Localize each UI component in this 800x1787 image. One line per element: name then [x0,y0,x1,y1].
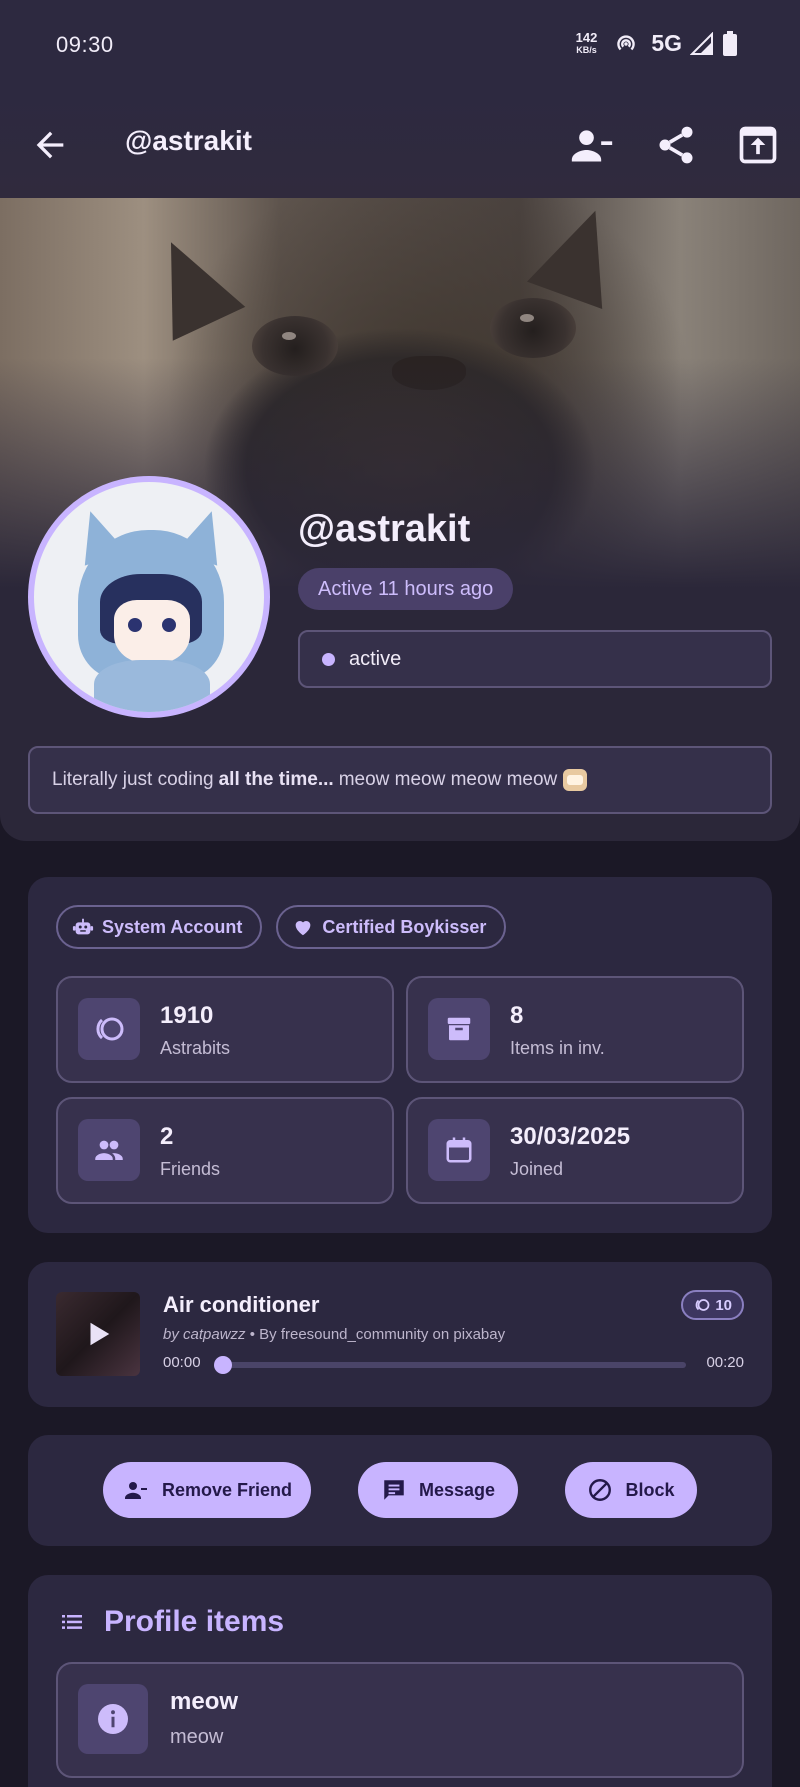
stat-items[interactable]: 8 Items in inv. [406,976,744,1083]
credit-separator-icon: • [249,1326,260,1343]
stat-value: 30/03/2025 [510,1123,631,1150]
signal-icon [690,31,713,55]
profile-items-header: Profile items [58,1605,284,1639]
button-label: Remove Friend [161,1479,293,1500]
stat-joined[interactable]: 30/03/2025 Joined [406,1097,744,1204]
stat-value: 1910 [160,1002,214,1029]
profile-items-card: Profile items meow meow [28,1575,772,1787]
top-app-bar: @astrakit [0,95,800,198]
stat-astrabits[interactable]: 1910 Astrabits [56,976,394,1083]
network-type: 5G [651,30,682,56]
badge-row: System Account Certified Boykisser [56,905,507,949]
last-active-chip: Active 11 hours ago [298,568,514,610]
stats-card: System Account Certified Boykisser 1910 … [28,877,772,1233]
stat-label: Astrabits [160,1038,231,1058]
audio-seek-handle[interactable] [214,1356,232,1374]
banner-cat-nose [392,356,466,390]
stat-value: 8 [510,1002,524,1029]
robot-icon [72,918,94,935]
badge-label: Certified Boykisser [322,916,487,937]
hamster-emoji-icon [563,769,588,791]
net-speed-value: 142 [575,29,598,45]
back-arrow-icon[interactable] [30,125,70,165]
net-speed-unit: KB/s [576,44,597,55]
status-text: active [349,647,402,670]
status-time: 09:30 [56,32,114,57]
bio-text-prefix: Literally just coding [52,769,214,790]
block-icon [589,1479,612,1501]
audio-credits: by catpawzz • By freesound_community on … [163,1326,505,1343]
audio-title: Air conditioner [163,1292,320,1317]
message-icon [384,1480,404,1500]
battery-icon [723,30,737,56]
share-icon[interactable] [654,123,698,167]
button-label: Message [418,1479,496,1500]
banner-cat-eye-left [252,316,338,376]
profile-item-description: meow [170,1726,224,1748]
bio-text-suffix: meow meow meow meow [338,769,558,790]
badge-certified-boykisser[interactable]: Certified Boykisser [276,905,507,949]
badge-system-account[interactable]: System Account [56,905,263,949]
stat-label: Friends [160,1159,221,1179]
stat-value: 2 [160,1123,174,1150]
astrabits-icon [78,998,140,1060]
profile-item[interactable]: meow meow [56,1662,744,1778]
profile-items-title: Profile items [104,1605,285,1638]
message-button[interactable]: Message [358,1462,518,1518]
bio: Literally just coding all the time... me… [28,746,772,814]
price-value: 10 [715,1296,732,1314]
badge-label: System Account [102,916,243,937]
profile-header: @astrakit Active 11 hours ago active Lit… [0,198,800,841]
avatar[interactable] [28,476,270,718]
info-icon [78,1684,148,1754]
calendar-icon [428,1119,490,1181]
audio-card: Air conditioner by catpawzz • By freesou… [28,1262,772,1407]
net-speed: 142 KB/s [575,29,598,56]
bio-text-bold: all the time... [218,769,334,790]
audio-thumbnail[interactable] [56,1292,140,1376]
people-icon [78,1119,140,1181]
hotspot-icon [617,34,636,50]
avatar-image [34,482,264,712]
status-icons: 142 KB/s 5G [576,30,738,57]
status-bar: 09:30 142 KB/s 5G [0,0,800,95]
audio-author: by catpawzz [163,1326,246,1343]
price-badge: 10 [681,1290,744,1320]
archive-icon [428,998,490,1060]
remove-friend-icon[interactable] [570,123,614,167]
button-label: Block [625,1479,675,1500]
astrabits-icon [695,1299,710,1311]
profile-username: @astrakit [298,508,471,550]
status-field: active [298,630,772,688]
status-dot [322,652,335,666]
stat-label: Items in inv. [510,1038,605,1058]
heart-icon [296,921,311,936]
audio-duration: 00:20 [706,1354,744,1371]
remove-friend-button[interactable]: Remove Friend [103,1462,311,1518]
audio-source: By freesound_community on pixabay [259,1326,506,1343]
block-button[interactable]: Block [565,1462,697,1518]
actions-card: Remove Friend Message Block [28,1435,772,1546]
open-external-icon[interactable] [736,123,780,167]
remove-friend-icon [124,1482,147,1499]
audio-seek-track[interactable] [223,1362,686,1368]
banner-cat-ear-left [134,225,246,341]
banner-cat-ear-right [527,198,633,309]
stat-friends[interactable]: 2 Friends [56,1097,394,1204]
app-bar-title: @astrakit [125,125,252,156]
play-icon[interactable] [83,1319,113,1349]
stat-label: Joined [510,1159,564,1179]
list-icon [62,1615,82,1629]
banner-cat-eye-right [490,298,576,358]
profile-item-name: meow [170,1688,239,1715]
audio-elapsed: 00:00 [163,1354,201,1371]
